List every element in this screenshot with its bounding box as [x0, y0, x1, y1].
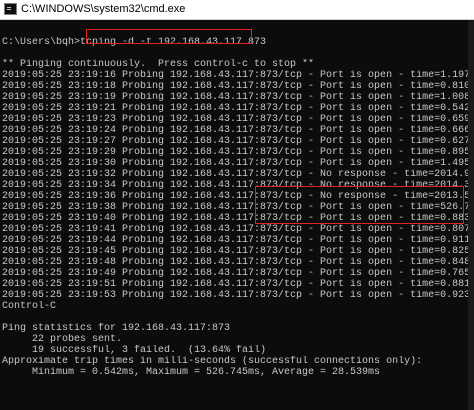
probe-line: 2019:05:25 23:19:41 Probing 192.168.43.1…	[2, 224, 472, 235]
probe-line: 2019:05:25 23:19:51 Probing 192.168.43.1…	[2, 279, 472, 290]
statistics-line: Approximate trip times in milli-seconds …	[2, 356, 423, 367]
probe-line: 2019:05:25 23:19:27 Probing 192.168.43.1…	[2, 136, 472, 147]
console-icon	[4, 3, 17, 15]
probe-line: 2019:05:25 23:19:38 Probing 192.168.43.1…	[2, 202, 472, 213]
console-output[interactable]: C:\Users\bqh>tcping -d -t 192.168.43.117…	[2, 26, 472, 378]
probe-line: 2019:05:25 23:19:44 Probing 192.168.43.1…	[2, 235, 472, 246]
probe-line-no-response: 2019:05:25 23:19:32 Probing 192.168.43.1…	[2, 169, 472, 180]
probe-line: 2019:05:25 23:19:16 Probing 192.168.43.1…	[2, 70, 472, 81]
vertical-scrollbar[interactable]	[468, 20, 474, 410]
command-line: C:\Users\bqh>tcping -d -t 192.168.43.117…	[2, 37, 267, 48]
console-line: Control-C	[2, 301, 57, 312]
title-bar[interactable]: C:\WINDOWS\system32\cmd.exe	[0, 0, 474, 20]
probe-line: 2019:05:25 23:19:29 Probing 192.168.43.1…	[2, 147, 472, 158]
probe-line: 2019:05:25 23:19:30 Probing 192.168.43.1…	[2, 158, 472, 169]
probe-line-no-response: 2019:05:25 23:19:34 Probing 192.168.43.1…	[2, 180, 472, 191]
probe-line: 2019:05:25 23:19:23 Probing 192.168.43.1…	[2, 114, 472, 125]
probe-line-no-response: 2019:05:25 23:19:36 Probing 192.168.43.1…	[2, 191, 472, 202]
statistics-line: 22 probes sent.	[2, 334, 123, 345]
probe-line: 2019:05:25 23:19:21 Probing 192.168.43.1…	[2, 103, 472, 114]
probe-line: 2019:05:25 23:19:53 Probing 192.168.43.1…	[2, 290, 472, 301]
probe-line: 2019:05:25 23:19:45 Probing 192.168.43.1…	[2, 246, 472, 257]
window-title: C:\WINDOWS\system32\cmd.exe	[21, 3, 186, 15]
probe-line: 2019:05:25 23:19:24 Probing 192.168.43.1…	[2, 125, 472, 136]
console-line: ** Pinging continuously. Press control-c…	[2, 59, 315, 70]
probe-line: 2019:05:25 23:19:40 Probing 192.168.43.1…	[2, 213, 472, 224]
statistics-line: Minimum = 0.542ms, Maximum = 526.745ms, …	[2, 367, 381, 378]
statistics-header: Ping statistics for 192.168.43.117:873	[2, 323, 231, 334]
cmd-window: C:\WINDOWS\system32\cmd.exe C:\Users\bqh…	[0, 0, 474, 410]
probe-line: 2019:05:25 23:19:49 Probing 192.168.43.1…	[2, 268, 472, 279]
probe-line: 2019:05:25 23:19:18 Probing 192.168.43.1…	[2, 81, 472, 92]
statistics-line: 19 successful, 3 failed. (13.64% fail)	[2, 345, 267, 356]
probe-line: 2019:05:25 23:19:19 Probing 192.168.43.1…	[2, 92, 472, 103]
probe-line: 2019:05:25 23:19:48 Probing 192.168.43.1…	[2, 257, 472, 268]
